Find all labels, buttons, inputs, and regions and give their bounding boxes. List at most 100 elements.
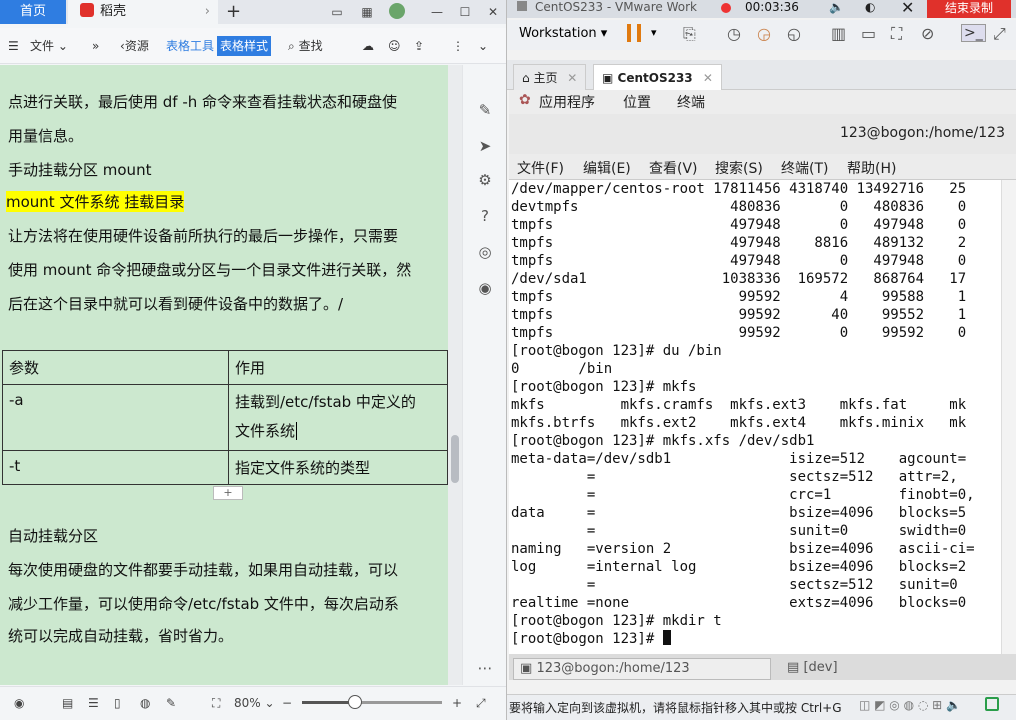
cloud-icon[interactable]: ☁ [362, 36, 374, 56]
tab-daoke[interactable]: 稻壳 › [68, 0, 218, 24]
more-dots-icon[interactable]: ⋯ [476, 659, 494, 677]
pause-icon[interactable] [627, 24, 641, 42]
menu-icon[interactable]: ☰ [8, 36, 19, 56]
terminal-output[interactable]: /dev/mapper/centos-root 17811456 4318740… [509, 180, 1001, 654]
gnome-terminal[interactable]: 终端 [677, 92, 705, 112]
taskbar-terminal[interactable]: ▣ 123@bogon:/home/123 [513, 658, 771, 680]
term-menu-terminal[interactable]: 终端(T) [781, 158, 828, 178]
maximize-icon[interactable]: ☐ [452, 0, 478, 24]
message-icon[interactable] [985, 697, 999, 711]
table-cell[interactable]: 指定文件系统的类型 [228, 450, 448, 485]
outline-icon[interactable]: ☰ [88, 694, 99, 712]
doc-scrollbar[interactable] [448, 65, 462, 685]
new-tab-icon[interactable]: + [226, 0, 246, 24]
minimize-icon[interactable]: — [424, 0, 450, 24]
zoom-slider-knob[interactable] [348, 695, 363, 709]
console-view-icon[interactable]: ▭ [861, 24, 876, 43]
share-user-icon[interactable]: ☺ [388, 36, 401, 56]
table-cell[interactable]: -t [2, 450, 229, 485]
param-table[interactable]: 参数 作用 -a 挂载到/etc/fstab 中定义的 文件系统 -t 指定文件系… [2, 350, 448, 485]
web-view-icon[interactable]: ◍ [140, 694, 150, 712]
tab-centos[interactable]: ▣ CentOS233 ✕ [593, 64, 722, 90]
more-icon[interactable]: » [92, 36, 99, 56]
grid-icon[interactable]: ▦ [354, 0, 380, 24]
page-view-icon[interactable]: ▤ [62, 694, 73, 712]
collapse-icon[interactable]: ⌄ [478, 36, 488, 56]
tab-home-vm[interactable]: ⌂ 主页 ✕ [513, 64, 587, 90]
terminal-menu: 文件(F) 编辑(E) 查看(V) 搜索(S) 终端(T) 帮助(H) [509, 154, 1016, 180]
snapshot-icon[interactable]: ◷ [727, 24, 741, 43]
term-menu-edit[interactable]: 编辑(E) [583, 158, 631, 178]
vmware-title: CentOS233 - VMware Work [535, 0, 697, 14]
folder-icon: ▤ [787, 660, 800, 675]
zoom-out-icon[interactable]: − [282, 694, 292, 712]
stop-record-button[interactable]: 结束录制 [927, 0, 1011, 18]
help-icon[interactable]: ? [476, 207, 494, 225]
fullscreen-icon[interactable]: ⤢ [476, 694, 486, 712]
terminal-view-icon[interactable]: >_ [961, 24, 986, 42]
plugin-icon[interactable]: ◉ [476, 279, 494, 297]
doc-line: 用量信息。 [8, 127, 84, 145]
device-icons[interactable]: ◫ ◩ ◎ ◍ ◌ ⊞ 🔈 [859, 698, 961, 712]
read-mode-icon[interactable]: ▯ [114, 694, 121, 712]
settings-sliders-icon[interactable]: ⚙ [476, 171, 494, 189]
mic-icon[interactable]: ◐ [865, 0, 875, 14]
zoom-label: 80% [234, 696, 261, 710]
window-layout-icon[interactable]: ▭ [324, 0, 350, 24]
table-header-cell[interactable]: 作用 [228, 350, 448, 385]
home-icon: ⌂ [522, 71, 530, 85]
table-row: -a 挂载到/etc/fstab 中定义的 文件系统 [2, 384, 448, 451]
term-menu-search[interactable]: 搜索(S) [715, 158, 763, 178]
unity-icon[interactable]: ⊘ [921, 24, 934, 43]
zoom-in-icon[interactable]: + [452, 694, 462, 712]
manage-snapshot-icon[interactable]: ◵ [787, 24, 801, 43]
doc-scroll-thumb[interactable] [451, 435, 459, 483]
pen-mode-icon[interactable]: ✎ [166, 694, 176, 712]
speaker-icon[interactable]: 🔈 [829, 0, 844, 14]
robot-icon[interactable]: ◎ [476, 243, 494, 261]
zoom-slider[interactable] [302, 695, 442, 709]
gnome-applications[interactable]: 应用程序 [539, 92, 595, 112]
term-menu-view[interactable]: 查看(V) [649, 158, 698, 178]
file-menu[interactable]: 文件 ⌄ [30, 36, 68, 56]
term-menu-help[interactable]: 帮助(H) [847, 158, 896, 178]
table-header-cell[interactable]: 参数 [2, 350, 229, 385]
add-row-button[interactable]: + [213, 486, 243, 500]
table-style-tab[interactable]: 表格样式 [217, 36, 272, 56]
terminal-scrollbar[interactable] [1001, 180, 1016, 654]
send-keys-icon[interactable]: ⎘ [683, 24, 696, 44]
terminal-text: /dev/mapper/centos-root 17811456 4318740… [511, 181, 975, 647]
workstation-menu[interactable]: Workstation ▾ [519, 26, 607, 41]
search-button[interactable]: ⌕ 查找 [288, 36, 323, 56]
table-cell[interactable]: -a [2, 384, 229, 451]
library-icon[interactable]: ▥ [831, 24, 846, 43]
pause-dropdown-icon[interactable]: ▾ [651, 26, 657, 39]
close-tab-icon[interactable]: ✕ [703, 71, 713, 85]
revert-snapshot-icon[interactable]: ◶ [757, 24, 771, 43]
select-icon[interactable]: ➤ [476, 137, 494, 155]
eye-icon[interactable]: ◉ [14, 694, 24, 712]
right-toolbar: ✎ ➤ ⚙ ? ◎ ◉ ⋯ [462, 65, 506, 685]
table-tools-tab[interactable]: 表格工具 [166, 36, 214, 56]
document-body[interactable]: 点进行关联，最后使用 df -h 命令来查看挂载状态和硬盘使 用量信息。 手动挂… [0, 65, 448, 685]
more-options-icon[interactable]: ⋮ [452, 36, 464, 56]
table-cell[interactable]: 挂载到/etc/fstab 中定义的 文件系统 [228, 384, 448, 451]
taskbar-dev[interactable]: ▤ [dev] [787, 660, 838, 675]
close-tab-icon[interactable]: ✕ [567, 71, 577, 85]
vmware-tabs: ⌂ 主页 ✕ ▣ CentOS233 ✕ [507, 60, 1016, 90]
share-icon[interactable]: ⇪ [414, 36, 424, 56]
term-menu-file[interactable]: 文件(F) [517, 158, 564, 178]
zoom-value[interactable]: 80% ⌄ [234, 694, 275, 712]
tab-home[interactable]: 首页 [0, 0, 66, 24]
gnome-places[interactable]: 位置 [623, 92, 651, 112]
fullscreen-vm-icon[interactable]: ⤢ [993, 24, 1006, 44]
avatar[interactable] [384, 0, 410, 24]
close-icon[interactable]: ✕ [480, 0, 506, 24]
pen-icon[interactable]: ✎ [476, 101, 494, 119]
fit-guest-icon[interactable]: ⛶ [891, 24, 902, 44]
vmware-toolbar: Workstation ▾ ▾ ⎘ ◷ ◶ ◵ ▥ ▭ ⛶ ⊘ >_ ⤢ [507, 20, 1016, 50]
fit-page-icon[interactable]: ⛶ [212, 694, 220, 712]
search-icon: ⌕ [288, 39, 295, 53]
resources-tab[interactable]: ‹资源 [120, 36, 149, 56]
close-record-icon[interactable]: ✕ [901, 0, 914, 17]
